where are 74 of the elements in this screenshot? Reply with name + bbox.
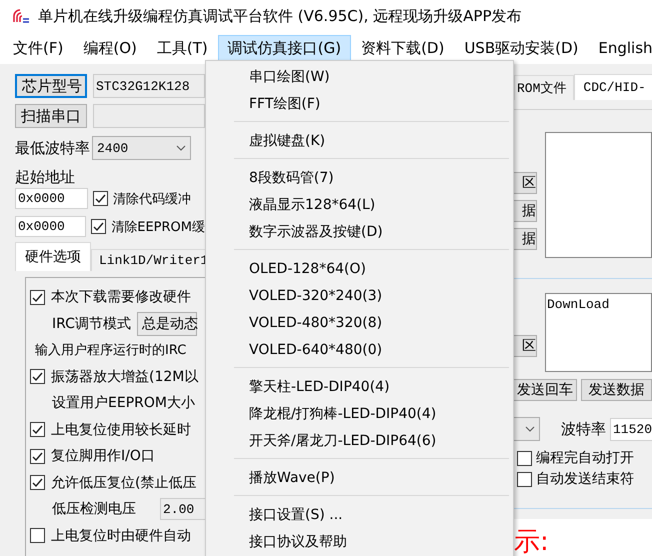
option-label: IRC调节模式 bbox=[52, 314, 131, 333]
option-label: 自动发送结束符 bbox=[536, 470, 634, 488]
checkbox-label: 清除EEPROM缓 bbox=[111, 218, 205, 236]
menu-entry[interactable]: VOLED-480*320(8) bbox=[206, 309, 513, 336]
checkbox[interactable] bbox=[30, 290, 45, 305]
app-logo-icon bbox=[12, 8, 30, 24]
min-baud-label: 最低波特率 bbox=[15, 138, 90, 158]
address-field[interactable]: 0x0000 bbox=[15, 216, 86, 237]
menu-item[interactable]: USB驱动安装(D) bbox=[454, 34, 588, 62]
checkbox[interactable] bbox=[91, 219, 106, 234]
menu-item[interactable]: 编程(O) bbox=[73, 34, 147, 62]
menu-entry[interactable]: 播放Wave(P) bbox=[206, 464, 513, 491]
receive-button[interactable]: 区 bbox=[514, 172, 537, 194]
receive-button[interactable]: 据 bbox=[514, 200, 537, 222]
option-label: 上电复位时由硬件自动 bbox=[51, 526, 191, 545]
menu-entry[interactable]: VOLED-640*480(0) bbox=[206, 336, 513, 363]
option-label: 复位脚用作I/O口 bbox=[51, 447, 155, 466]
option-label: 输入用户程序运行时的IRC bbox=[35, 342, 186, 360]
tab[interactable]: CDC/HID- bbox=[574, 74, 652, 100]
menu-item[interactable]: 调试仿真接口(G) bbox=[218, 34, 352, 62]
address-field[interactable]: 0x0000 bbox=[15, 188, 88, 209]
menu-entry[interactable]: VOLED-320*240(3) bbox=[206, 282, 513, 309]
checkbox[interactable] bbox=[517, 472, 532, 486]
receive-area[interactable] bbox=[545, 132, 652, 258]
port-dropdown[interactable] bbox=[514, 417, 540, 441]
menu-entry[interactable]: 接口协议及帮助 bbox=[206, 528, 513, 555]
option-label: 允许低压复位(禁止低压 bbox=[51, 474, 196, 492]
tab[interactable]: ROM文件 bbox=[514, 75, 574, 100]
menu-entry[interactable]: 虚拟键盘(K) bbox=[206, 127, 513, 154]
mode-dropdown[interactable]: 总是动态 bbox=[136, 312, 197, 336]
tab[interactable]: 硬件选项 bbox=[15, 242, 91, 271]
chip-model-button[interactable]: 芯片型号 bbox=[15, 74, 87, 98]
menu-entry[interactable]: FFT绘图(F) bbox=[206, 90, 513, 117]
send-button[interactable]: 发送数据 bbox=[581, 379, 652, 401]
checkbox[interactable] bbox=[93, 191, 108, 206]
port-field[interactable] bbox=[93, 104, 205, 128]
menu-entry[interactable]: 串口绘图(W) bbox=[206, 63, 513, 90]
chip-model-field[interactable]: STC32G12K128 bbox=[93, 74, 205, 98]
menu-item[interactable]: English bbox=[588, 35, 652, 61]
scan-port-button[interactable]: 扫描串口 bbox=[15, 104, 87, 128]
option-label: 本次下载需要修改硬件 bbox=[51, 288, 191, 306]
clear-button[interactable]: 区 bbox=[514, 335, 537, 357]
menu-entry[interactable]: 数字示波器及按键(D) bbox=[206, 218, 513, 245]
option-label: 振荡器放大增益(12M以 bbox=[51, 368, 198, 386]
baud-field[interactable]: 11520 bbox=[610, 418, 652, 440]
checkbox[interactable] bbox=[517, 450, 532, 466]
menu-entry[interactable]: 降龙棍/打狗棒-LED-DIP40(4) bbox=[206, 400, 513, 427]
menu-item[interactable]: 文件(F) bbox=[3, 34, 74, 62]
send-button[interactable]: 发送回车 bbox=[514, 379, 577, 401]
option-label: 上电复位使用较长延时 bbox=[51, 420, 191, 439]
option-label: 设置用户EEPROM大小 bbox=[52, 394, 195, 412]
menu-item[interactable]: 工具(T) bbox=[146, 34, 218, 62]
checkbox[interactable] bbox=[30, 369, 45, 384]
checkbox[interactable] bbox=[30, 448, 45, 464]
checkbox-label: 清除代码缓冲 bbox=[113, 190, 191, 208]
window-title: 单片机在线升级编程仿真调试平台软件 (V6.95C), 远程现场升级APP发布 bbox=[38, 6, 522, 26]
send-area[interactable]: DownLoad bbox=[545, 293, 652, 372]
checkbox[interactable] bbox=[30, 422, 45, 438]
chevron-down-icon bbox=[176, 145, 186, 151]
checkbox[interactable] bbox=[30, 475, 45, 490]
baud-label: 波特率 bbox=[560, 420, 606, 438]
option-label: 低压检测电压 bbox=[52, 500, 136, 518]
option-label: 编程完自动打开 bbox=[536, 449, 634, 467]
chevron-down-icon bbox=[524, 426, 535, 432]
notice-text: 示: bbox=[514, 527, 549, 556]
menu-entry[interactable]: 8段数码管(7) bbox=[206, 164, 513, 191]
menu-entry[interactable]: 开天斧/屠龙刀-LED-DIP64(6) bbox=[206, 427, 513, 454]
menu-entry[interactable]: 液晶显示128*64(L) bbox=[206, 191, 513, 218]
start-address-label: 起始地址 bbox=[15, 168, 76, 187]
checkbox[interactable] bbox=[30, 528, 45, 544]
menu-entry[interactable]: 擎天柱-LED-DIP40(4) bbox=[206, 373, 513, 400]
receive-button[interactable]: 据 bbox=[514, 228, 537, 250]
menu-item[interactable]: 资料下载(D) bbox=[351, 34, 454, 62]
baud-dropdown[interactable]: 2400 bbox=[92, 136, 191, 160]
